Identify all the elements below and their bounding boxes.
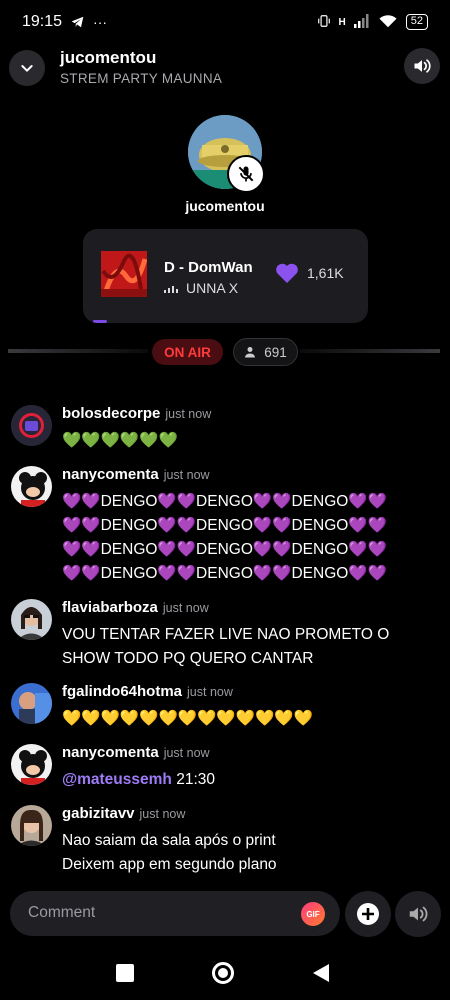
home-dot: [218, 968, 228, 978]
comment-author: nanycomenta just now: [62, 744, 210, 761]
home-button[interactable]: [212, 962, 234, 984]
comment-avatar[interactable]: [11, 405, 52, 446]
heart-icon: [276, 263, 298, 283]
more-notifications-icon: ···: [93, 14, 108, 30]
back-icon[interactable]: [312, 963, 330, 983]
comment-author: bolosdecorpe just now: [62, 405, 212, 422]
song-artist: UNNA X: [186, 280, 239, 296]
network-type: H: [338, 16, 346, 28]
comment-author: nanycomenta just now: [62, 466, 210, 483]
now-playing-card[interactable]: D - DomWan UNNA X 1,61K: [83, 229, 368, 323]
comment-author: fgalindo64hotma just now: [62, 683, 233, 700]
room-subtitle: STREM PARTY MAUNNA: [60, 71, 223, 86]
comment-avatar[interactable]: [11, 683, 52, 724]
on-air-badge: ON AIR: [152, 339, 223, 365]
comment-time: just now: [162, 601, 209, 615]
volume-button[interactable]: [395, 891, 441, 937]
comment-avatar[interactable]: [11, 466, 52, 507]
comment-text: 💜💜DENGO💜💜DENGO💜💜DENGO💜💜 💜💜DENGO💜💜DENGO💜💜…: [62, 493, 387, 582]
system-nav-bar: [0, 945, 450, 1000]
add-button[interactable]: [345, 891, 391, 937]
comment-avatar[interactable]: [11, 599, 52, 640]
comment-author: flaviabarboza just now: [62, 599, 209, 616]
battery-indicator: 52: [405, 14, 428, 30]
comment-time: just now: [165, 407, 212, 421]
divider-right: [300, 349, 440, 353]
comment-avatar[interactable]: [11, 744, 52, 785]
like-button[interactable]: 1,61K: [275, 262, 344, 284]
clock: 19:15: [22, 13, 63, 30]
viewer-count: 691: [264, 344, 287, 360]
equalizer-icon: [164, 283, 178, 293]
album-cover: [101, 251, 147, 297]
speaker-icon: [414, 59, 431, 73]
divider-left: [8, 349, 148, 353]
comment-text: 💛💛💛💛💛💛💛💛💛💛💛💛💛: [62, 710, 313, 727]
volume-icon: [409, 906, 428, 922]
user-icon: [245, 347, 256, 358]
comment-text: Nao saiam da sala após o print Deixem ap…: [62, 832, 277, 873]
comment-placeholder: Comment: [28, 904, 96, 921]
plus-circle-icon: [357, 903, 379, 925]
comment-time: just now: [163, 468, 210, 482]
recents-button[interactable]: [116, 964, 134, 982]
muted-mic-badge: [227, 155, 265, 193]
comment-time: just now: [187, 685, 233, 699]
comment-text: VOU TENTAR FAZER LIVE NAO PROMETO O SHOW…: [62, 626, 390, 667]
minimize-button[interactable]: [9, 50, 45, 86]
comment-text: 💚💚💚💚💚💚: [62, 432, 178, 449]
like-count: 1,61K: [307, 265, 344, 281]
comment-input[interactable]: Comment GIF: [10, 891, 340, 936]
host-name: jucomentou: [185, 198, 265, 214]
comment-author: gabizitavv just now: [62, 805, 186, 822]
song-title: D - DomWan: [164, 259, 253, 276]
status-bar: 19:15 ··· H 52: [0, 0, 450, 44]
comment-time: just now: [163, 746, 210, 760]
telegram-icon: [71, 16, 84, 28]
viewer-count-badge[interactable]: 691: [233, 338, 298, 366]
user-mention[interactable]: @mateussemh: [62, 771, 172, 788]
room-title: jucomentou: [60, 48, 157, 67]
wifi-icon: [378, 14, 398, 31]
vibrate-icon: [317, 14, 331, 31]
room-header: jucomentou STREM PARTY MAUNNA: [0, 46, 450, 90]
song-progress: [93, 320, 107, 323]
song-artist-row: UNNA X: [164, 280, 238, 296]
gif-button[interactable]: GIF: [301, 902, 325, 926]
comment-avatar[interactable]: [11, 805, 52, 846]
speaker-button[interactable]: [404, 48, 440, 84]
chevron-down-icon: [21, 65, 33, 72]
mic-off-icon: [238, 166, 254, 182]
signal-icon: [353, 13, 370, 31]
comment-time: just now: [139, 807, 186, 821]
comment-text: @mateussemh 21:30: [62, 771, 215, 788]
